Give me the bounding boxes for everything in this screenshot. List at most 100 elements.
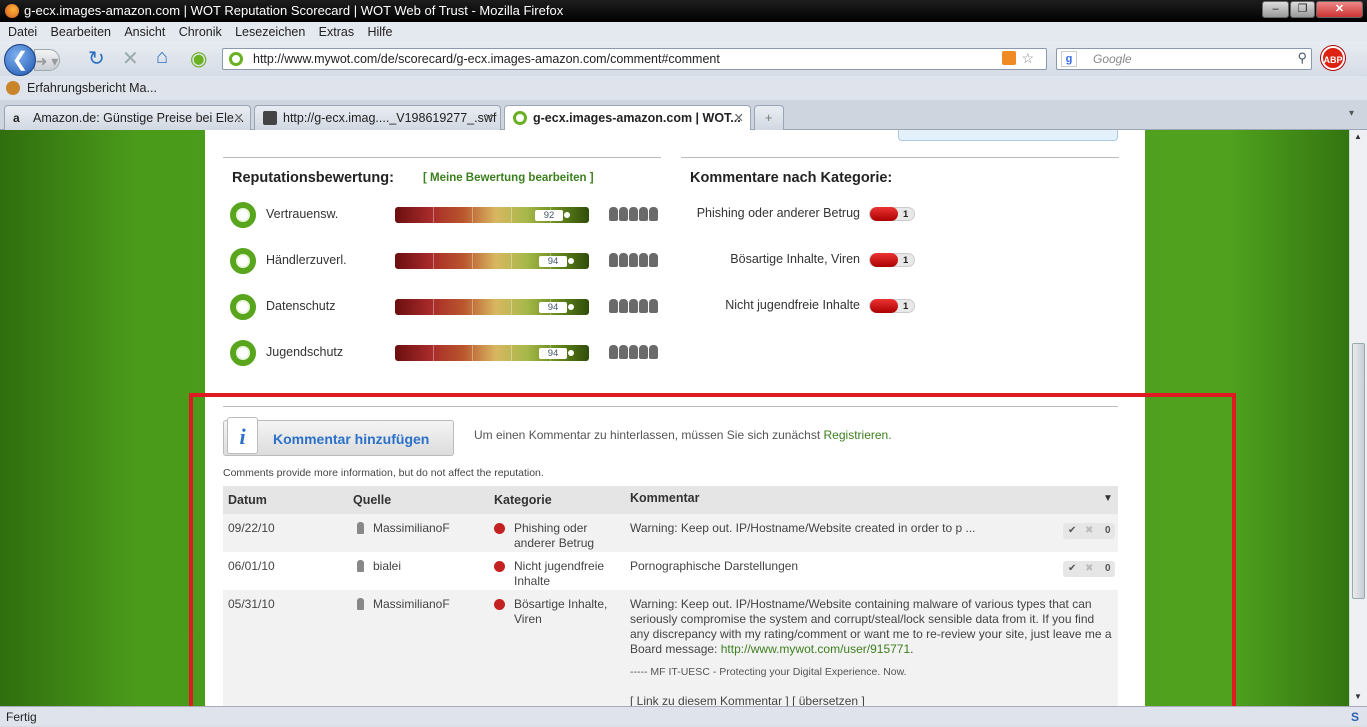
header-category[interactable]: Kategorie bbox=[494, 493, 552, 507]
search-input[interactable]: g Google ⚲ bbox=[1056, 48, 1312, 70]
stop-icon[interactable]: ✕ bbox=[122, 46, 139, 71]
header-source[interactable]: Quelle bbox=[353, 493, 391, 507]
person-icon bbox=[629, 345, 638, 359]
home-icon[interactable]: ⌂ bbox=[156, 46, 168, 69]
tab-amazon[interactable]: a Amazon.de: Günstige Preise bei Ele... … bbox=[4, 105, 251, 130]
divider bbox=[223, 406, 1118, 407]
menu-chronik[interactable]: Chronik bbox=[179, 25, 222, 39]
category-count-badge[interactable]: 1 bbox=[869, 299, 915, 313]
rating-bar: 94 bbox=[395, 253, 589, 269]
rating-bar: 94 bbox=[395, 345, 589, 361]
window-title: g-ecx.images-amazon.com | WOT Reputation… bbox=[24, 3, 564, 18]
disapprove-icon[interactable]: ✖ bbox=[1085, 523, 1093, 539]
sort-chevron-down-icon[interactable]: ▼ bbox=[1103, 493, 1113, 504]
comment-user-link[interactable]: http://www.mywot.com/user/915771 bbox=[721, 642, 910, 656]
confidence-people-icon bbox=[609, 207, 658, 221]
comment-user[interactable]: MassimilianoF bbox=[373, 521, 450, 536]
person-icon bbox=[629, 299, 638, 313]
scroll-up-icon[interactable]: ▲ bbox=[1354, 132, 1362, 141]
menu-ansicht[interactable]: Ansicht bbox=[124, 25, 165, 39]
comment-category: Bösartige Inhalte, Viren bbox=[514, 597, 608, 626]
scrollbar-thumb[interactable] bbox=[1352, 343, 1365, 599]
menu-datei[interactable]: Datei bbox=[8, 25, 37, 39]
rating-label: Datenschutz bbox=[266, 299, 336, 313]
comment-user[interactable]: bialei bbox=[373, 559, 401, 574]
tab-list-icon[interactable]: ▾ bbox=[1349, 108, 1354, 119]
comments-table-header: Datum Quelle Kategorie Kommentar ▼ bbox=[223, 486, 1118, 514]
wot-toolbar-icon[interactable]: ◉ bbox=[190, 46, 207, 71]
register-link[interactable]: Registrieren. bbox=[824, 428, 892, 442]
close-tab-icon[interactable]: ✕ bbox=[484, 106, 494, 130]
menu-bearbeiten[interactable]: Bearbeiten bbox=[51, 25, 111, 39]
reload-icon[interactable]: ↻ bbox=[88, 46, 105, 71]
category-count-badge[interactable]: 1 bbox=[869, 207, 915, 221]
tab-swf[interactable]: http://g-ecx.imag...._V198619277_.swf ✕ bbox=[254, 105, 501, 130]
bookmark-star-icon[interactable]: ☆ bbox=[1021, 48, 1034, 68]
rating-bar: 92 bbox=[395, 207, 589, 223]
new-tab-button[interactable]: + bbox=[754, 105, 784, 130]
vote-count: 0 bbox=[1105, 525, 1111, 536]
comment-category: Phishing oder anderer Betrug bbox=[514, 521, 595, 550]
comment-user[interactable]: MassimilianoF bbox=[373, 597, 450, 612]
url-bar[interactable]: http://www.mywot.com/de/scorecard/g-ecx.… bbox=[222, 48, 1047, 70]
adblock-plus-icon[interactable]: ABP bbox=[1321, 46, 1345, 70]
header-date[interactable]: Datum bbox=[228, 493, 267, 507]
status-bar: Fertig S bbox=[0, 706, 1367, 726]
comment-text[interactable]: Warning: Keep out. IP/Hostname/Website c… bbox=[630, 521, 1050, 536]
forward-button[interactable]: ➜ ▾ bbox=[34, 49, 60, 71]
comment-links[interactable]: [ Link zu diesem Kommentar ] [ übersetze… bbox=[630, 694, 865, 706]
tab-wot[interactable]: g-ecx.images-amazon.com | WOT... ✕ bbox=[504, 105, 751, 131]
status-text: Fertig bbox=[6, 710, 37, 724]
bar-separator bbox=[511, 299, 512, 315]
person-icon bbox=[649, 207, 658, 221]
person-icon bbox=[639, 345, 648, 359]
vote-count: 0 bbox=[1105, 563, 1111, 574]
search-icon[interactable]: ⚲ bbox=[1297, 48, 1307, 68]
bar-separator bbox=[472, 299, 473, 315]
header-comment[interactable]: Kommentar bbox=[630, 491, 699, 505]
tab-bar: a Amazon.de: Günstige Preise bei Ele... … bbox=[0, 100, 1367, 131]
person-icon bbox=[639, 299, 648, 313]
bar-separator bbox=[433, 345, 434, 361]
rating-marker bbox=[568, 304, 574, 310]
comments-info: Comments provide more information, but d… bbox=[223, 467, 544, 479]
skype-icon[interactable]: S bbox=[1351, 707, 1359, 727]
rss-icon[interactable] bbox=[1002, 51, 1016, 65]
bar-separator bbox=[433, 299, 434, 315]
maximize-button[interactable]: ❐ bbox=[1290, 1, 1315, 18]
vertical-scrollbar[interactable]: ▲ ▼ bbox=[1349, 130, 1367, 706]
comment-text[interactable]: Pornographische Darstellungen bbox=[630, 559, 1050, 574]
category-count: 1 bbox=[903, 301, 909, 312]
vote-widget: ✔ ✖ 0 bbox=[1063, 523, 1115, 539]
rating-marker bbox=[568, 258, 574, 264]
categories-title: Kommentare nach Kategorie: bbox=[690, 170, 893, 186]
login-hint: Um einen Kommentar zu hinterlassen, müss… bbox=[474, 428, 892, 442]
person-icon bbox=[629, 207, 638, 221]
menu-extras[interactable]: Extras bbox=[319, 25, 354, 39]
person-icon bbox=[649, 345, 658, 359]
bookmarks-bar: Erfahrungsbericht Ma... bbox=[0, 76, 1367, 100]
scroll-down-icon[interactable]: ▼ bbox=[1354, 692, 1362, 701]
close-tab-icon[interactable]: ✕ bbox=[234, 106, 244, 130]
minimize-button[interactable]: – bbox=[1262, 1, 1289, 18]
google-icon[interactable]: g bbox=[1061, 51, 1077, 67]
edit-rating-link[interactable]: [ Meine Bewertung bearbeiten ] bbox=[423, 172, 594, 184]
add-comment-button[interactable]: i Kommentar hinzufügen bbox=[223, 417, 454, 456]
approve-icon[interactable]: ✔ bbox=[1068, 561, 1076, 577]
close-window-button[interactable]: ✕ bbox=[1316, 1, 1363, 18]
approve-icon[interactable]: ✔ bbox=[1068, 523, 1076, 539]
wot-rating-ring-icon bbox=[230, 202, 256, 228]
menu-lesezeichen[interactable]: Lesezeichen bbox=[235, 25, 305, 39]
category-count-badge[interactable]: 1 bbox=[869, 253, 915, 267]
close-tab-icon[interactable]: ✕ bbox=[734, 106, 744, 130]
menu-hilfe[interactable]: Hilfe bbox=[367, 25, 392, 39]
top-panel bbox=[898, 130, 1118, 141]
flash-icon bbox=[263, 111, 277, 125]
back-button[interactable]: ❮ bbox=[4, 44, 36, 76]
bookmark-icon bbox=[6, 81, 20, 95]
disapprove-icon[interactable]: ✖ bbox=[1085, 561, 1093, 577]
user-icon bbox=[357, 560, 364, 572]
person-icon bbox=[619, 345, 628, 359]
confidence-people-icon bbox=[609, 253, 658, 267]
bookmark-item[interactable]: Erfahrungsbericht Ma... bbox=[27, 81, 157, 95]
